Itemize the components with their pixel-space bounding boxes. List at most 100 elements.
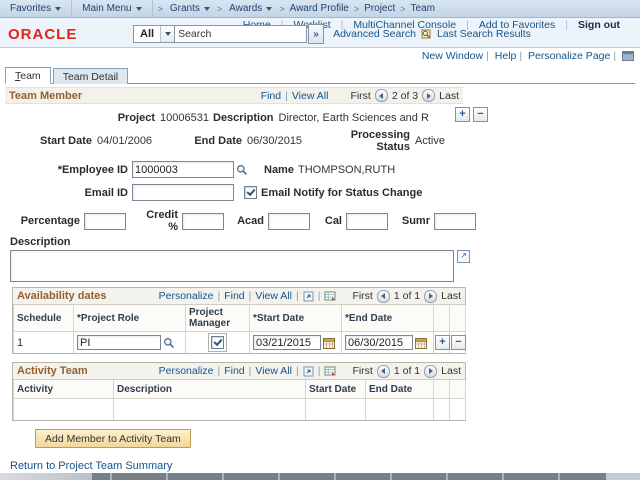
calendar-icon[interactable]	[323, 337, 335, 349]
search-submit-button[interactable]	[308, 24, 324, 44]
start-date-cell	[250, 332, 342, 354]
previous-row-button[interactable]	[375, 89, 388, 102]
previous-row-button[interactable]	[377, 290, 390, 303]
project-role-field[interactable]	[77, 335, 161, 350]
name-label: Name	[264, 164, 292, 176]
employee-id-field[interactable]	[132, 161, 234, 178]
activity-team-grid: Activity Team Personalize | Find | View …	[12, 362, 466, 421]
breadcrumb-main-menu-label[interactable]: Main Menu	[82, 3, 131, 14]
layout-grid-icon[interactable]	[622, 51, 634, 61]
breadcrumb-awards-label[interactable]: Awards	[229, 3, 262, 14]
lookup-magnifier-icon[interactable]	[236, 164, 248, 176]
next-row-button[interactable]	[424, 290, 437, 303]
download-to-excel-icon[interactable]	[324, 366, 336, 377]
previous-row-button[interactable]	[377, 365, 390, 378]
next-row-button[interactable]	[424, 365, 437, 378]
empty-cell	[434, 399, 450, 421]
advanced-search-link[interactable]: Advanced Search	[333, 28, 416, 40]
breadcrumb-main-menu[interactable]: Main Menu	[72, 0, 152, 17]
col-end-date: *End Date	[342, 305, 434, 332]
search-input[interactable]	[175, 25, 307, 43]
last-label[interactable]: Last	[439, 90, 459, 102]
view-all-link[interactable]: View All	[255, 365, 292, 377]
project-row: Project 10006531 Description Director, E…	[0, 112, 640, 124]
tab-team[interactable]: Team	[5, 67, 51, 84]
first-label[interactable]: First	[352, 365, 372, 377]
acad-field[interactable]	[268, 213, 310, 230]
search-scope-select[interactable]: All	[133, 25, 175, 43]
return-to-project-team-summary-link[interactable]: Return to Project Team Summary	[10, 460, 172, 472]
personalize-link[interactable]: Personalize	[159, 365, 214, 377]
breadcrumb-grants-label[interactable]: Grants	[170, 3, 200, 14]
breadcrumb-separator-icon: >	[153, 4, 168, 14]
add-member-row: Add Member to Activity Team	[35, 429, 640, 448]
personalize-link[interactable]: Personalize	[159, 290, 214, 302]
email-notify-checkbox[interactable]	[244, 186, 257, 199]
row-end-date-field[interactable]	[345, 335, 413, 350]
row-start-date-field[interactable]	[253, 335, 321, 350]
team-member-header: Team Member Find | View All First 2 of 3…	[5, 87, 463, 104]
activity-table: Activity Description Start Date End Date	[13, 380, 466, 420]
breadcrumb-favorites-label[interactable]: Favorites	[10, 3, 51, 14]
last-label[interactable]: Last	[441, 365, 461, 377]
lookup-magnifier-icon[interactable]	[163, 337, 175, 349]
scrollbar-thumb[interactable]	[0, 473, 92, 480]
col-activity: Activity	[14, 380, 114, 399]
view-all-link[interactable]: View All	[255, 290, 292, 302]
help-link[interactable]: Help	[495, 50, 517, 62]
new-window-link[interactable]: New Window	[422, 50, 483, 62]
activity-toolbar-links: Personalize | Find | View All | | First	[159, 365, 461, 378]
add-row-button[interactable]: +	[455, 107, 470, 122]
bottom-scrollbar[interactable]	[0, 473, 640, 480]
download-to-excel-icon[interactable]	[324, 291, 336, 302]
cal-field[interactable]	[346, 213, 388, 230]
email-id-field[interactable]	[132, 184, 234, 201]
expand-textarea-icon[interactable]	[457, 250, 470, 263]
global-search: All Advanced Search Last Search Results	[133, 24, 531, 44]
find-link[interactable]: Find	[224, 290, 244, 302]
personalize-page-link[interactable]: Personalize Page	[528, 50, 610, 62]
next-row-button[interactable]	[422, 89, 435, 102]
first-label[interactable]: First	[350, 90, 370, 102]
arrow-right-icon	[429, 368, 433, 374]
empty-cell	[366, 399, 434, 421]
processing-status-label: Processing Status	[325, 129, 410, 153]
grid-popup-icon[interactable]	[303, 366, 314, 377]
availability-header-row: Schedule *Project Role Project Manager *…	[14, 305, 466, 332]
row-position: 1 of 1	[394, 290, 420, 302]
delete-row-button[interactable]: −	[451, 335, 466, 350]
find-link[interactable]: Find	[224, 365, 244, 377]
first-label[interactable]: First	[352, 290, 372, 302]
breadcrumb-favorites[interactable]: Favorites	[0, 0, 72, 17]
chevron-down-icon	[55, 7, 61, 11]
project-manager-checkbox[interactable]	[211, 336, 224, 349]
add-member-to-activity-team-button[interactable]: Add Member to Activity Team	[35, 429, 191, 448]
breadcrumb-item-project[interactable]: Project	[364, 3, 395, 14]
scrollbar-cap	[606, 473, 640, 480]
delete-row-button[interactable]: −	[473, 107, 488, 122]
view-all-link[interactable]: View All	[292, 90, 329, 102]
col-start-date: *Start Date	[250, 305, 342, 332]
last-label[interactable]: Last	[441, 290, 461, 302]
tab-team-detail[interactable]: Team Detail	[53, 68, 128, 84]
percentage-field[interactable]	[84, 213, 126, 230]
breadcrumb-item-award-profile[interactable]: Award Profile	[290, 3, 349, 14]
checkbox-frame	[208, 333, 227, 352]
last-search-results-link[interactable]: Last Search Results	[437, 28, 531, 40]
find-link[interactable]: Find	[261, 90, 281, 102]
employee-id-label: *Employee ID	[0, 164, 128, 176]
grid-popup-icon[interactable]	[303, 291, 314, 302]
breadcrumb-item-awards[interactable]: Awards	[227, 0, 274, 17]
name-value: THOMPSON,RUTH	[298, 164, 395, 176]
credit-field[interactable]	[182, 213, 224, 230]
search-scope-dropdown-button[interactable]	[160, 26, 174, 42]
add-row-button[interactable]: +	[435, 335, 450, 350]
sumr-field[interactable]	[434, 213, 476, 230]
breadcrumb-separator-icon: >	[395, 4, 410, 14]
breadcrumb-item-grants[interactable]: Grants	[168, 0, 212, 17]
sign-out-link[interactable]: Sign out	[568, 19, 630, 31]
calendar-icon[interactable]	[415, 337, 427, 349]
col-description: Description	[114, 380, 306, 399]
description-textarea[interactable]	[10, 250, 454, 282]
breadcrumb-separator-icon: >	[212, 4, 227, 14]
